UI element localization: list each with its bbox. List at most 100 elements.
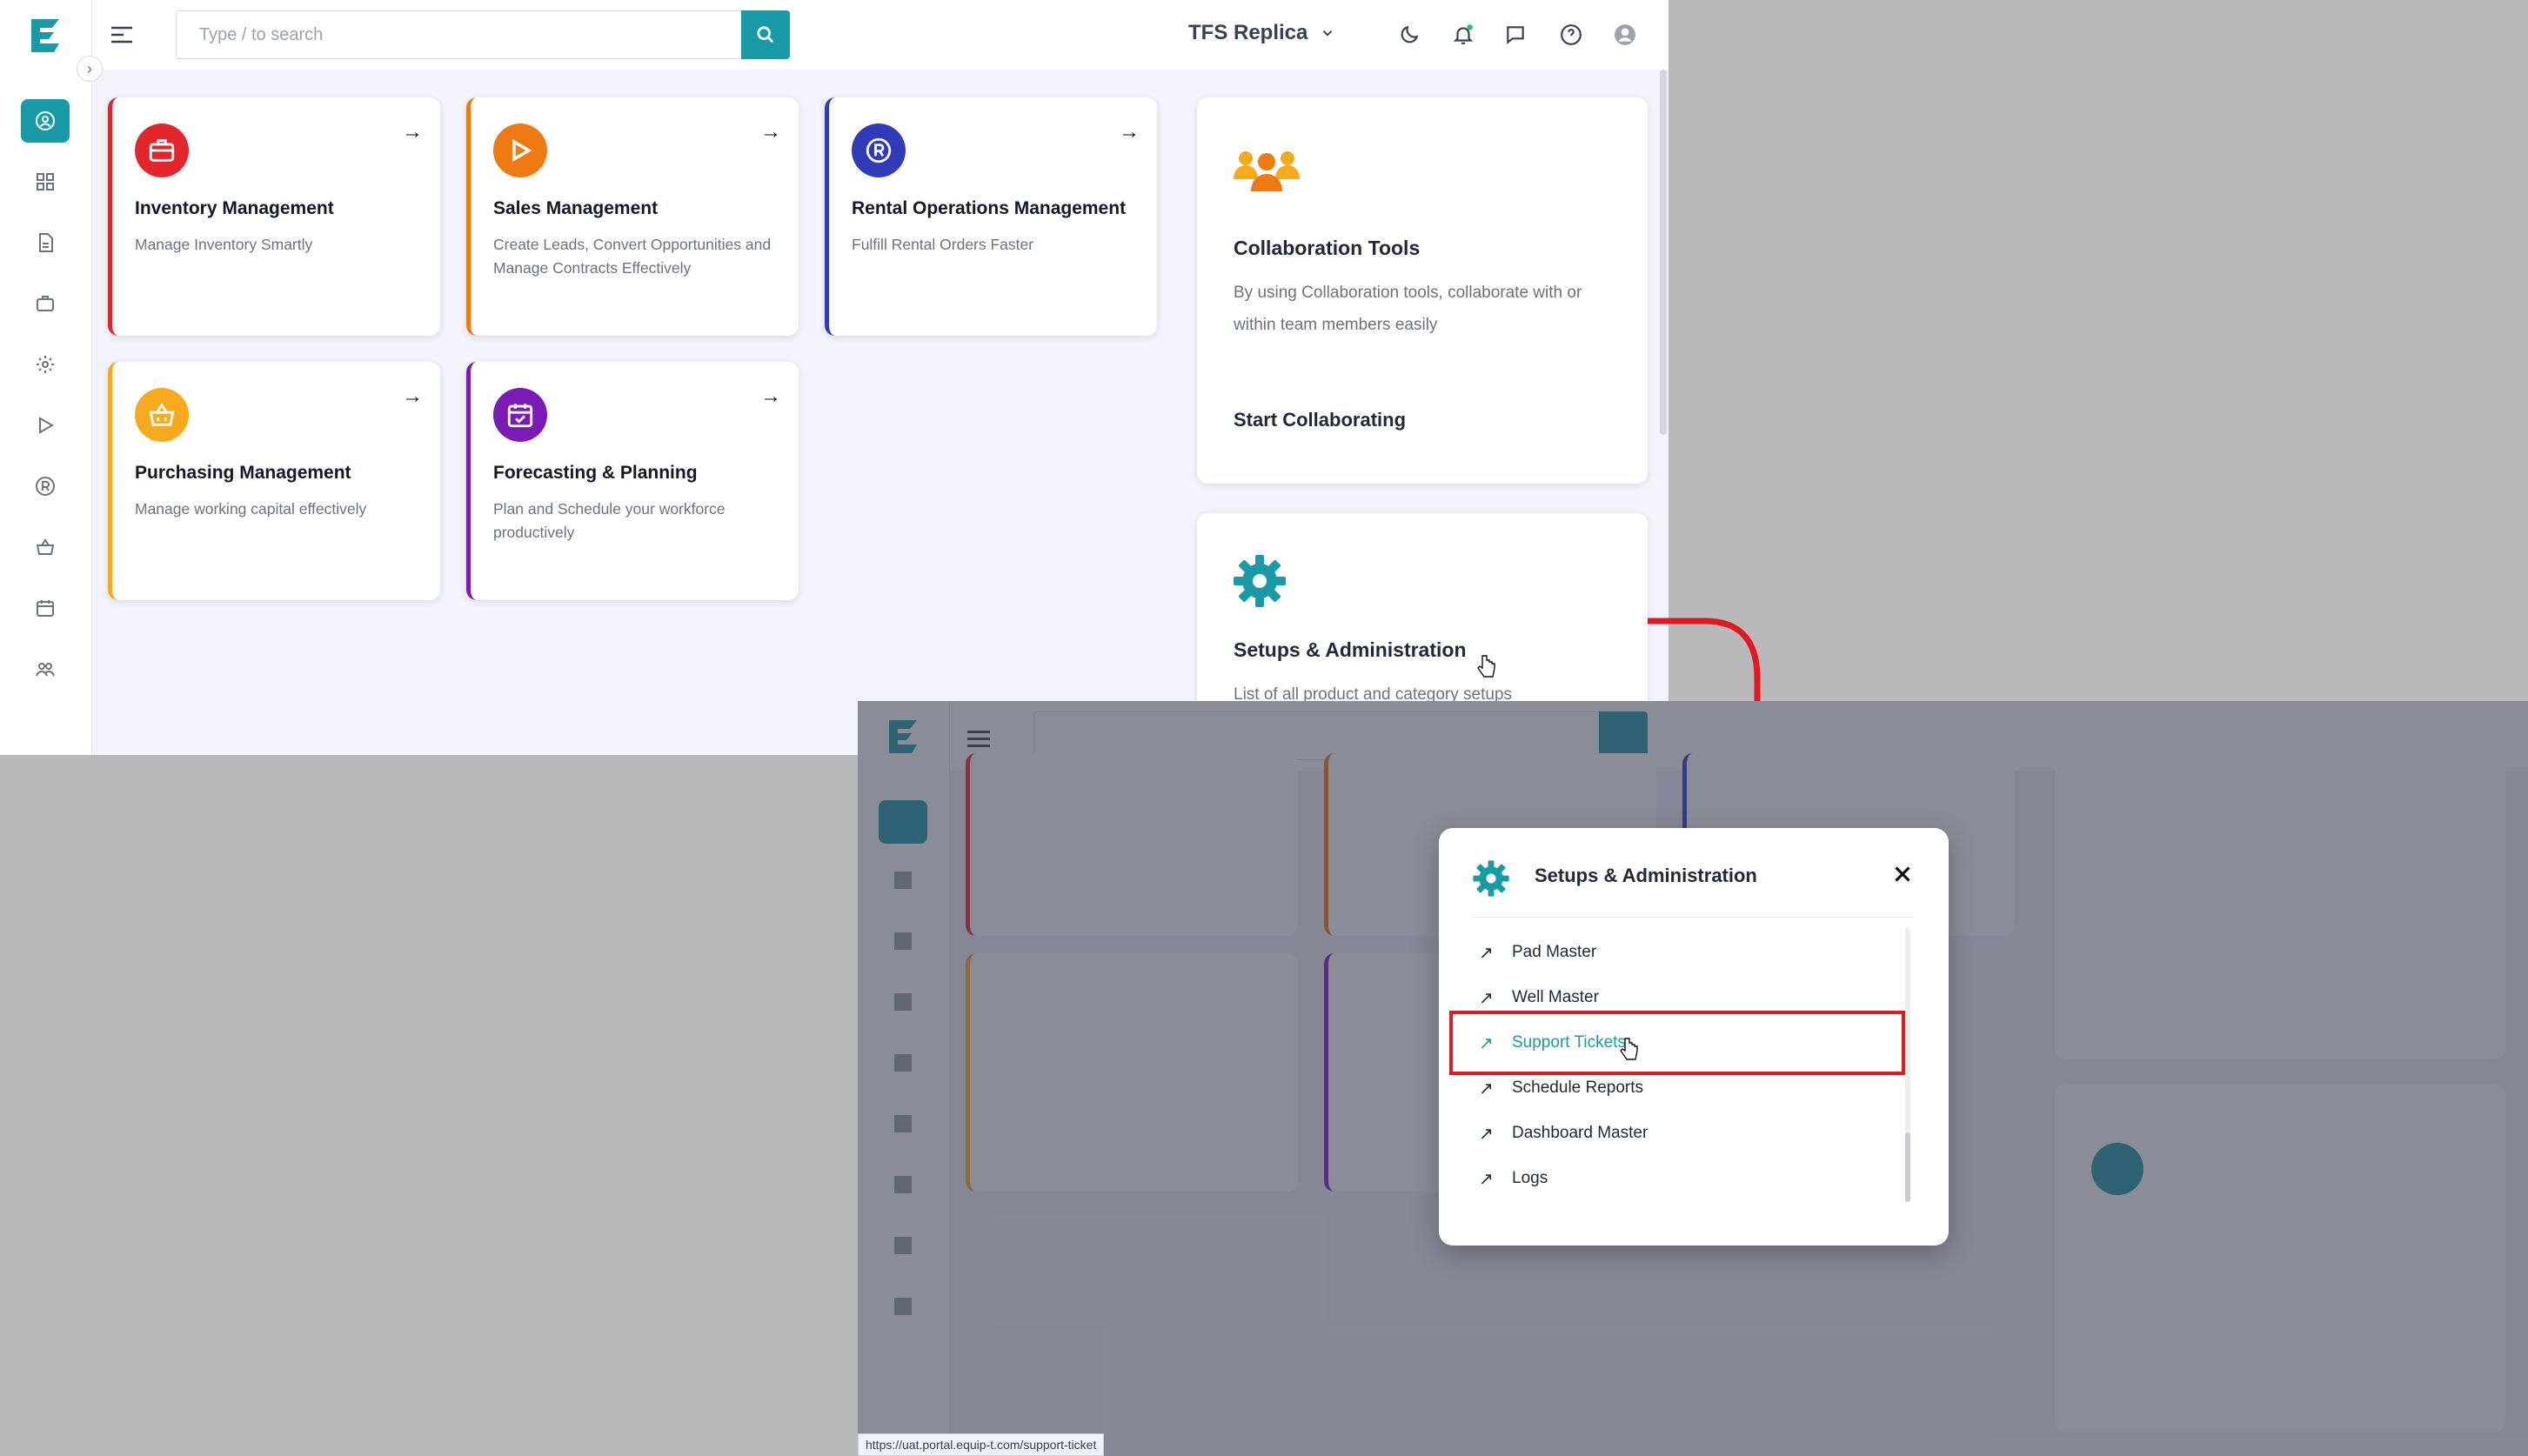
- play-icon: [39, 417, 55, 434]
- chat-icon: [1507, 26, 1524, 44]
- item-label: Pad Master: [1512, 943, 1597, 961]
- page-scrollbar[interactable]: [1660, 70, 1667, 435]
- sidebar-item-purchasing[interactable]: [21, 525, 70, 569]
- briefcase-icon: [37, 296, 54, 311]
- module-card-inventory[interactable]: → Inventory Management Manage Inventory …: [108, 97, 440, 336]
- external-link-icon: ↗: [1479, 943, 1494, 963]
- sidebar-item-inventory[interactable]: [21, 282, 70, 325]
- search-placeholder: Type / to search: [199, 25, 324, 44]
- modal-title: Setups & Administration: [1535, 865, 1757, 886]
- modal-scrollbar-thumb[interactable]: [1905, 1132, 1910, 1202]
- module-title: Sales Management: [493, 198, 659, 218]
- messages-button[interactable]: [1500, 19, 1531, 50]
- search-button[interactable]: [741, 10, 790, 59]
- avatar-icon: [1615, 24, 1635, 45]
- annotation-highlight-box: [1449, 1011, 1905, 1075]
- user-circle-icon: [36, 111, 55, 130]
- briefcase-icon: [135, 124, 189, 177]
- collab-description: By using Collaboration tools, collaborat…: [1234, 284, 1582, 334]
- sidebar-item-collaboration[interactable]: [21, 647, 70, 691]
- moon-icon: [1401, 25, 1419, 43]
- help-icon: [1561, 24, 1582, 45]
- registered-icon: [852, 124, 906, 177]
- setups-title: Setups & Administration: [1234, 638, 1467, 661]
- module-description: Create Leads, Convert Opportunities and …: [493, 236, 772, 277]
- item-label: Logs: [1512, 1169, 1548, 1187]
- collaboration-tools-card[interactable]: Collaboration Tools By using Collaborati…: [1197, 97, 1648, 484]
- status-bar-url: https://uat.portal.equip-t.com/support-t…: [858, 1433, 1105, 1456]
- user-avatar[interactable]: [1609, 19, 1641, 50]
- modal-item-schedule-reports[interactable]: ↗ Schedule Reports: [1479, 1075, 1643, 1101]
- menu-toggle-icon[interactable]: [108, 23, 136, 47]
- basket-icon: [135, 388, 189, 442]
- collapse-sidebar-button[interactable]: ›: [77, 56, 103, 82]
- module-card-forecasting[interactable]: → Forecasting & Planning Plan and Schedu…: [466, 362, 799, 600]
- module-description: Manage Inventory Smartly: [135, 236, 313, 253]
- sidebar-item-rental[interactable]: [21, 464, 70, 508]
- gear-icon: [1234, 555, 1286, 607]
- external-link-icon: ↗: [1479, 988, 1494, 1008]
- close-icon[interactable]: [1889, 861, 1916, 887]
- help-button[interactable]: [1555, 19, 1587, 50]
- app-logo[interactable]: [26, 16, 66, 56]
- external-link-icon: ↗: [1479, 1124, 1494, 1144]
- calendar-icon: [37, 600, 54, 617]
- modal-item-pad-master[interactable]: ↗ Pad Master: [1479, 939, 1596, 965]
- module-title: Forecasting & Planning: [493, 463, 698, 483]
- tenant-selector[interactable]: TFS Replica: [1188, 21, 1335, 45]
- module-card-sales[interactable]: → Sales Management Create Leads, Convert…: [466, 97, 799, 336]
- screenshot-dashboard: › Type / to search TFS Replica → Invento…: [0, 0, 1669, 755]
- document-icon: [39, 233, 53, 252]
- module-description: Manage working capital effectively: [135, 500, 367, 518]
- sidebar-item-profile[interactable]: [21, 99, 70, 143]
- modal-item-dashboard-master[interactable]: ↗ Dashboard Master: [1479, 1120, 1648, 1146]
- sidebar: [0, 0, 92, 755]
- module-title: Inventory Management: [135, 198, 334, 218]
- modal-item-logs[interactable]: ↗ Logs: [1479, 1165, 1548, 1192]
- search-icon: [757, 26, 774, 43]
- dark-mode-button[interactable]: [1394, 19, 1425, 50]
- item-label: Dashboard Master: [1512, 1124, 1649, 1142]
- module-card-purchasing[interactable]: → Purchasing Management Manage working c…: [108, 362, 440, 600]
- module-card-rental[interactable]: → Rental Operations Management Fulfill R…: [825, 97, 1157, 336]
- bell-icon: [1453, 24, 1474, 44]
- tenant-name: TFS Replica: [1188, 21, 1308, 44]
- sidebar-item-dashboard[interactable]: [21, 160, 70, 204]
- module-description: Plan and Schedule your workforce product…: [493, 500, 726, 541]
- item-label: Schedule Reports: [1512, 1079, 1644, 1097]
- arrow-right-icon[interactable]: →: [402, 120, 423, 144]
- external-link-icon: ↗: [1479, 1169, 1494, 1189]
- cursor-hand-icon: [1477, 655, 1495, 678]
- sidebar-item-sales[interactable]: [21, 404, 70, 447]
- module-title: Purchasing Management: [135, 463, 351, 483]
- gear-icon: [37, 356, 54, 373]
- calendar-icon: [493, 388, 547, 442]
- modal-item-well-master[interactable]: ↗ Well Master: [1479, 985, 1599, 1011]
- grid-icon: [37, 173, 54, 190]
- screenshot-setups-modal: Setups & Administration ↗ Pad Master ↗ Wel…: [858, 701, 2528, 1456]
- sidebar-item-settings[interactable]: [21, 343, 70, 386]
- arrow-right-icon[interactable]: →: [760, 384, 781, 409]
- module-description: Fulfill Rental Orders Faster: [852, 236, 1034, 253]
- start-collaborating-link[interactable]: Start Collaborating: [1234, 409, 1406, 431]
- arrow-right-icon[interactable]: →: [760, 120, 781, 144]
- external-link-icon: ↗: [1479, 1079, 1494, 1099]
- collab-title: Collaboration Tools: [1234, 237, 1421, 259]
- modal-divider: [1474, 917, 1914, 918]
- team-icon: [1234, 151, 1300, 191]
- users-icon: [36, 663, 55, 677]
- sidebar-item-planning[interactable]: [21, 586, 70, 630]
- item-label: Well Master: [1512, 988, 1599, 1006]
- module-title: Rental Operations Management: [852, 198, 1127, 218]
- gear-icon: [1473, 860, 1509, 897]
- chevron-down-icon: [1323, 30, 1333, 37]
- registered-icon: [36, 477, 55, 496]
- notifications-button[interactable]: [1448, 19, 1479, 50]
- search-field[interactable]: Type / to search: [176, 10, 790, 59]
- arrow-right-icon[interactable]: →: [1119, 120, 1140, 144]
- play-icon: [493, 124, 547, 177]
- basket-icon: [36, 538, 55, 555]
- arrow-right-icon[interactable]: →: [402, 384, 423, 409]
- cursor-hand-icon: [1620, 1038, 1638, 1060]
- sidebar-item-documents[interactable]: [21, 221, 70, 264]
